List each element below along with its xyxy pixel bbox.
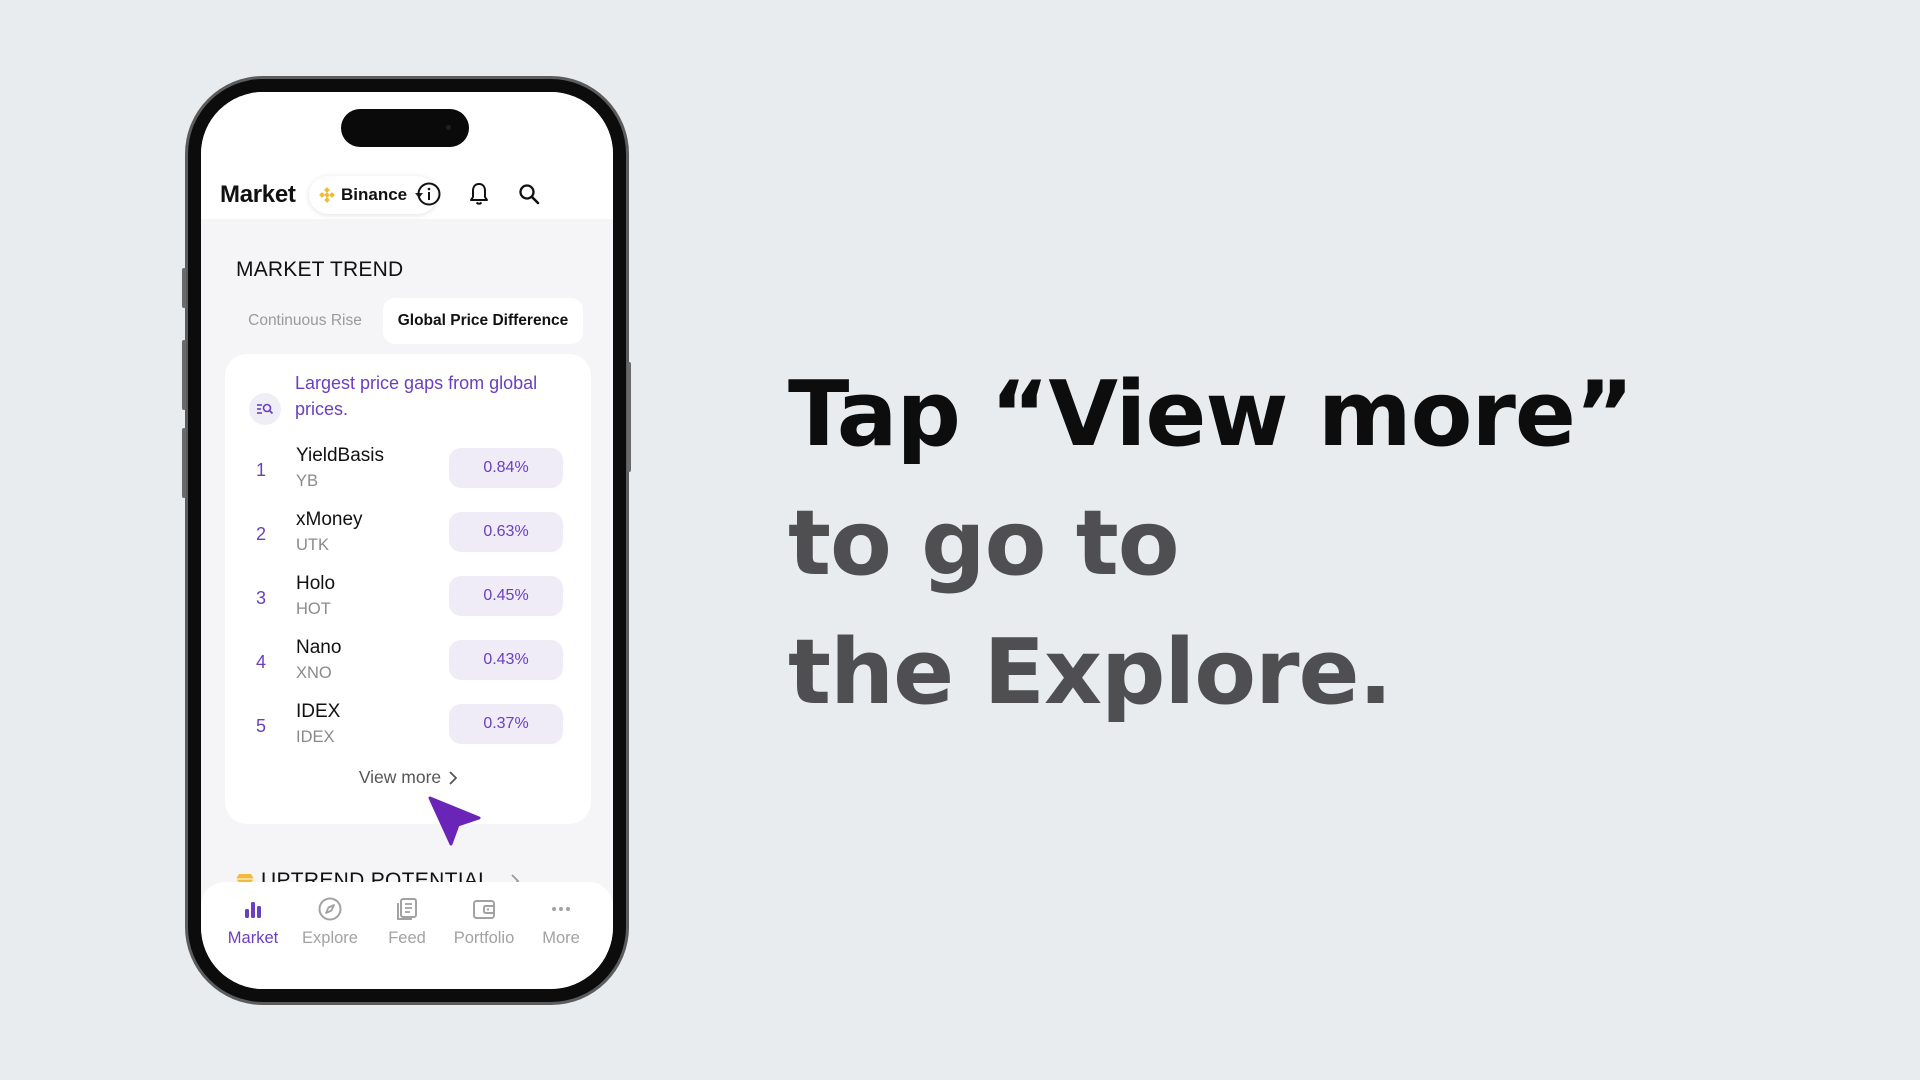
coin-name: IDEX xyxy=(296,701,341,722)
tab-label: More xyxy=(542,929,580,947)
list-item[interactable]: 4 Nano XNO 0.43% xyxy=(225,630,591,694)
bell-icon[interactable] xyxy=(466,181,492,207)
coin-symbol: IDEX xyxy=(296,728,335,746)
gap-badge: 0.43% xyxy=(449,640,563,680)
tab-portfolio[interactable]: Portfolio xyxy=(446,896,522,948)
list-item[interactable]: 3 Holo HOT 0.45% xyxy=(225,566,591,630)
tab-label: Explore xyxy=(302,929,358,947)
caption-line-2: to go to xyxy=(788,491,1180,596)
market-trend-title: MARKET TREND xyxy=(236,258,404,281)
tab-global-price-difference[interactable]: Global Price Difference xyxy=(383,298,583,344)
gap-badge: 0.45% xyxy=(449,576,563,616)
pointer-cursor-icon xyxy=(428,796,481,846)
phone-volume-up xyxy=(182,340,186,410)
gap-badge: 0.63% xyxy=(449,512,563,552)
coin-name: YieldBasis xyxy=(296,445,385,466)
more-dots-icon xyxy=(552,907,570,911)
info-icon[interactable] xyxy=(416,181,442,207)
tab-market[interactable]: Market xyxy=(215,896,291,948)
list-item[interactable]: 5 IDEX IDEX 0.37% xyxy=(225,694,591,758)
card-header: Largest price gaps from global prices. xyxy=(249,370,565,425)
camera-dot xyxy=(446,125,451,130)
phone-frame: Market Binance MARKET TREND Continuous R… xyxy=(185,76,629,1005)
rank: 5 xyxy=(256,716,267,736)
coin-symbol: YB xyxy=(296,472,319,490)
phone-bezel: Market Binance MARKET TREND Continuous R… xyxy=(188,79,626,1002)
coin-symbol: HOT xyxy=(296,600,331,618)
card-description: Largest price gaps from global prices. xyxy=(295,373,538,419)
bar-chart-icon xyxy=(245,902,261,918)
tab-label: Portfolio xyxy=(453,929,515,947)
rank: 4 xyxy=(256,652,267,672)
app-header: Market Binance xyxy=(201,92,613,219)
gap-badge: 0.37% xyxy=(449,704,563,744)
exchange-label: Binance xyxy=(341,185,408,204)
page-title: Market xyxy=(220,181,296,208)
coin-name: Holo xyxy=(296,573,336,594)
search-icon[interactable] xyxy=(516,181,542,207)
rank: 1 xyxy=(256,460,267,480)
price-gap-card: Largest price gaps from global prices. 1… xyxy=(225,354,591,824)
list-item[interactable]: 2 xMoney UTK 0.63% xyxy=(225,502,591,566)
view-more-label: View more xyxy=(358,767,442,787)
phone-action-button xyxy=(182,268,186,308)
chevron-right-icon xyxy=(449,770,458,785)
coin-name: Nano xyxy=(296,637,342,658)
tab-explore[interactable]: Explore xyxy=(292,896,368,948)
rank: 2 xyxy=(256,524,267,544)
news-icon xyxy=(397,898,417,920)
rank: 3 xyxy=(256,588,267,608)
tab-label: Market xyxy=(227,929,279,947)
phone-power-button xyxy=(627,362,631,472)
phone-volume-down xyxy=(182,428,186,498)
compass-icon xyxy=(318,897,342,921)
tab-label: Feed xyxy=(388,929,426,947)
view-more-button[interactable]: View more xyxy=(225,767,591,788)
list-item[interactable]: 1 YieldBasis YB 0.84% xyxy=(225,438,591,502)
phone-screen: Market Binance MARKET TREND Continuous R… xyxy=(201,92,613,989)
bottom-tab-bar: Market Explore Feed Portfolio More xyxy=(201,882,613,989)
coin-symbol: UTK xyxy=(296,536,329,554)
trend-tabs: Continuous Rise Global Price Difference xyxy=(227,298,583,344)
coin-symbol: XNO xyxy=(296,664,332,682)
tab-continuous-rise[interactable]: Continuous Rise xyxy=(227,298,383,344)
instruction-caption: Tap “View more” to go to the Explore. xyxy=(788,350,1634,737)
list-search-icon xyxy=(249,393,281,425)
wallet-icon xyxy=(473,900,495,919)
tab-more[interactable]: More xyxy=(523,896,599,948)
coin-name: xMoney xyxy=(296,509,363,530)
tab-feed[interactable]: Feed xyxy=(369,896,445,948)
binance-logo-icon xyxy=(319,187,335,203)
dynamic-island xyxy=(341,109,469,147)
caption-line-3: the Explore. xyxy=(788,620,1393,725)
gap-badge: 0.84% xyxy=(449,448,563,488)
caption-line-1: Tap “View more” xyxy=(788,362,1634,467)
